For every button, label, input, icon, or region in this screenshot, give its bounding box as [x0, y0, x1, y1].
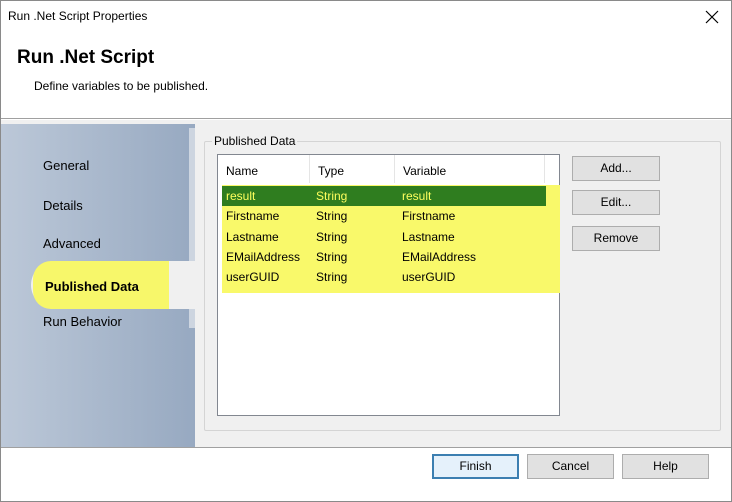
cell-type: String: [316, 189, 348, 203]
cell-name: Lastname: [226, 230, 279, 244]
cell-variable: Lastname: [402, 230, 455, 244]
window-title: Run .Net Script Properties: [8, 9, 148, 23]
help-button[interactable]: Help: [622, 454, 709, 479]
page-title: Run .Net Script: [17, 47, 155, 68]
published-data-list[interactable]: Name Type Variable result String result …: [217, 154, 560, 416]
page-subtitle: Define variables to be published.: [34, 79, 209, 93]
cell-type: String: [316, 270, 348, 284]
cell-name: EMailAddress: [226, 250, 301, 264]
dialog-footer: Finish Cancel Help: [1, 447, 731, 501]
cell-variable: Firstname: [402, 209, 456, 223]
edit-button[interactable]: Edit...: [572, 190, 660, 215]
sidebar-item-general[interactable]: General: [43, 158, 89, 173]
cell-variable: result: [402, 189, 432, 203]
sidebar-item-run-behavior[interactable]: Run Behavior: [43, 314, 122, 329]
table-row-result[interactable]: result String result: [222, 186, 546, 206]
published-data-group-label: Published Data: [212, 134, 298, 148]
list-header: Name Type Variable: [218, 155, 559, 183]
remove-button[interactable]: Remove: [572, 226, 660, 251]
sidebar-item-published-data-label: Published Data: [45, 279, 139, 294]
table-row[interactable]: EMailAddress String EMailAddress: [222, 247, 560, 267]
page-header: Run .Net Script Define variables to be p…: [1, 33, 731, 119]
cell-name: userGUID: [226, 270, 280, 284]
cell-variable: userGUID: [402, 270, 456, 284]
content-area: General Details Advanced Published Data …: [1, 120, 731, 447]
table-row[interactable]: Firstname String Firstname: [222, 206, 560, 226]
sidebar-item-advanced[interactable]: Advanced: [43, 236, 101, 251]
column-header-type[interactable]: Type: [310, 155, 395, 183]
dialog-window: Run .Net Script Properties Run .Net Scri…: [0, 0, 732, 502]
cell-name: Firstname: [226, 209, 280, 223]
cancel-button[interactable]: Cancel: [527, 454, 614, 479]
cell-type: String: [316, 209, 348, 223]
column-header-variable[interactable]: Variable: [395, 155, 545, 183]
table-row[interactable]: Lastname String Lastname: [222, 227, 560, 247]
add-button[interactable]: Add...: [572, 156, 660, 181]
cell-type: String: [316, 250, 348, 264]
title-bar: Run .Net Script Properties: [1, 1, 731, 33]
table-row[interactable]: userGUID String userGUID: [222, 267, 560, 287]
sidebar-item-details[interactable]: Details: [43, 198, 83, 213]
sidebar: General Details Advanced Published Data …: [1, 124, 197, 447]
cell-type: String: [316, 230, 348, 244]
cell-name: result: [226, 189, 256, 203]
column-header-name[interactable]: Name: [218, 155, 310, 183]
cell-variable: EMailAddress: [402, 250, 477, 264]
close-icon[interactable]: [699, 4, 725, 30]
finish-button[interactable]: Finish: [432, 454, 519, 479]
